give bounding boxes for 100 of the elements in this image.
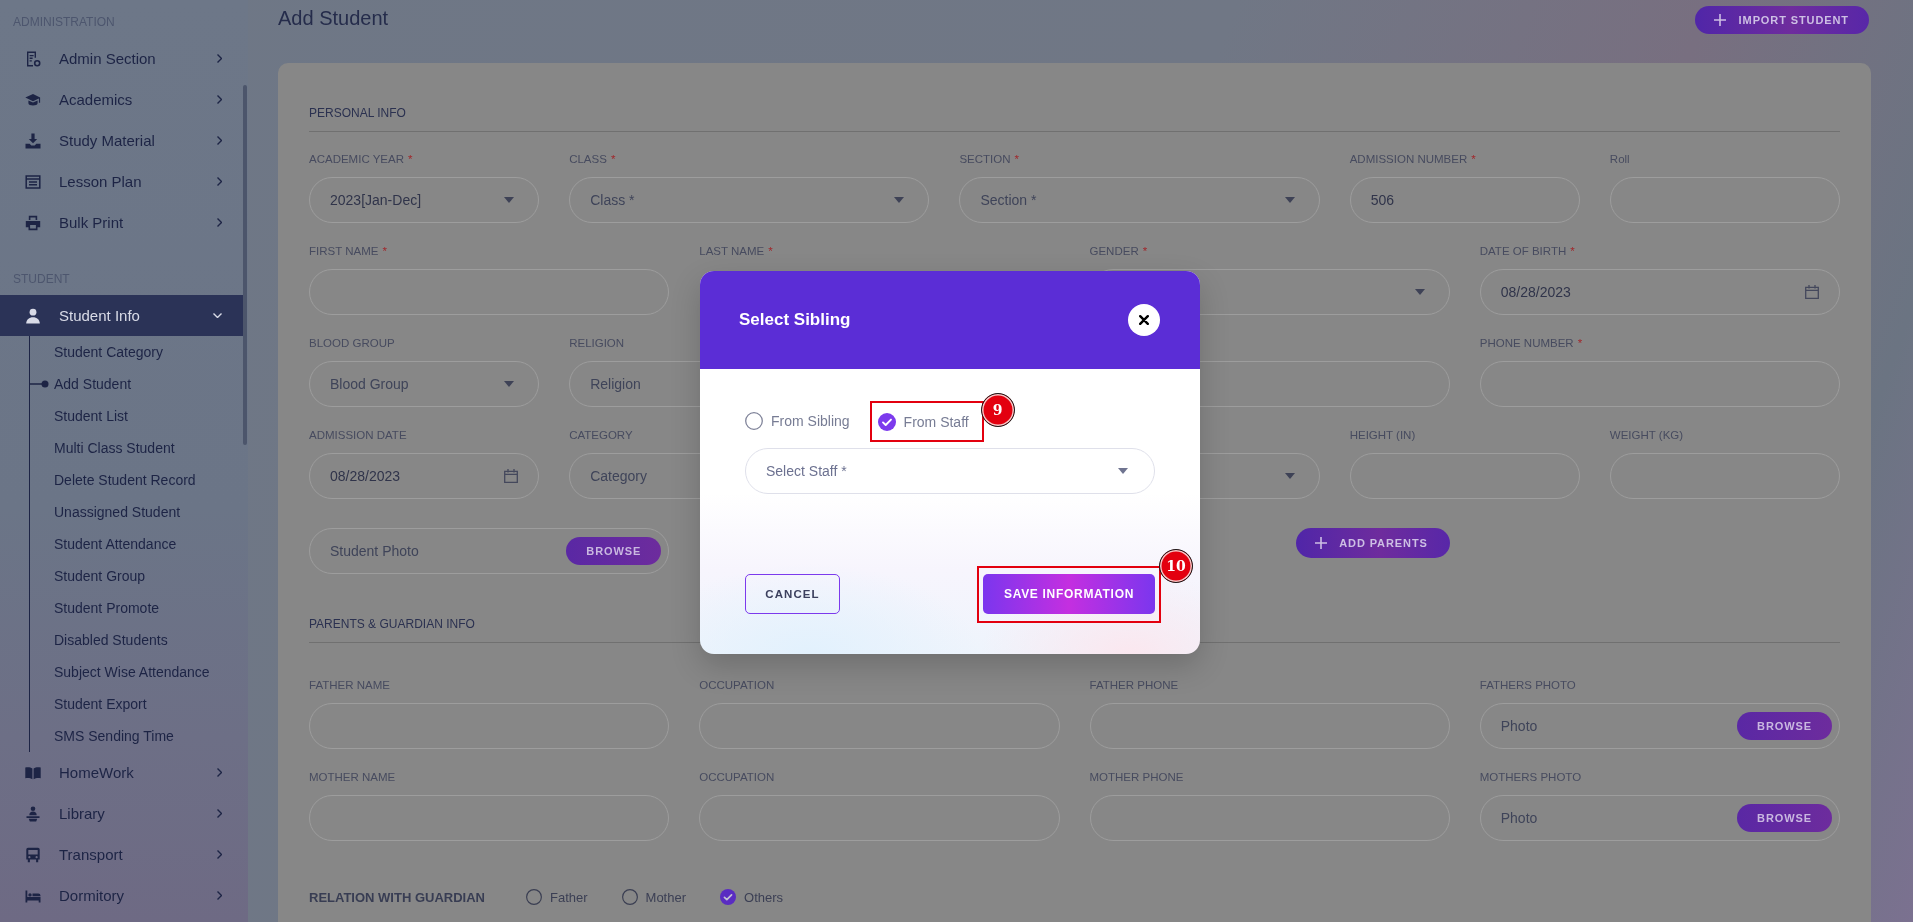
close-icon [1139, 315, 1149, 325]
callout-badge: 10 [1159, 548, 1193, 583]
field-label: ACADEMIC YEAR [309, 152, 404, 166]
graduation-cap-icon [25, 91, 41, 108]
field-label: DATE OF BIRTH [1479, 244, 1567, 258]
field-label: FIRST NAME [309, 244, 379, 258]
required-mark: * [408, 152, 413, 166]
caret-down-icon [504, 197, 515, 203]
close-button[interactable] [1128, 304, 1160, 336]
browse-button[interactable]: BROWSE [1737, 712, 1832, 740]
add-parents-button[interactable]: ADD PARENTS [1296, 528, 1450, 558]
cancel-button[interactable]: CANCEL [745, 574, 840, 614]
book-icon [25, 764, 41, 781]
caret-down-icon [1414, 289, 1425, 295]
field-label: FATHERS PHOTO [1479, 678, 1576, 692]
section-title: PARENTS & GUARDIAN INFO [309, 616, 475, 632]
sidebar-item[interactable]: Dormitory [0, 875, 243, 916]
field-label: MOTHER NAME [309, 770, 396, 784]
field-label: OCCUPATION [699, 678, 775, 692]
field-label: RELATION WITH GUARDIAN [309, 889, 485, 905]
field-label: ADMISSION NUMBER [1349, 152, 1468, 166]
download-icon [25, 132, 41, 149]
caret-down-icon [894, 197, 905, 203]
submenu-item[interactable]: Add Student [54, 376, 132, 392]
radio-icon[interactable] [525, 889, 542, 905]
field-label: RELIGION [569, 336, 625, 350]
sidebar-item[interactable]: Bulk Print [0, 202, 243, 243]
window-icon [25, 173, 41, 190]
field-label: SECTION [959, 152, 1011, 166]
caret-down-icon [1118, 468, 1128, 474]
sidebar-item[interactable]: Library [0, 793, 243, 834]
required-mark: * [768, 244, 773, 258]
field-label: GENDER [1089, 244, 1139, 258]
submenu-item[interactable]: Student List [54, 408, 128, 424]
radio-option[interactable]: Mother [621, 889, 686, 905]
select-field[interactable]: Select Staff * [745, 448, 1155, 494]
browse-button[interactable]: BROWSE [566, 537, 662, 565]
page-title: Add Student [278, 6, 389, 31]
required-mark: * [1014, 152, 1019, 166]
required-mark: * [1577, 336, 1583, 350]
user-icon [25, 307, 41, 324]
browse-button[interactable]: BROWSE [1737, 804, 1832, 832]
submenu-item[interactable]: Student Promote [54, 600, 160, 616]
field-label: FATHER PHONE [1089, 678, 1179, 692]
sidebar-item[interactable]: Student Info [0, 295, 243, 336]
save-button[interactable]: SAVE INFORMATION [983, 573, 1155, 614]
radio-option[interactable]: Others [720, 889, 784, 905]
required-mark: * [1570, 244, 1575, 258]
modal-title: Select Sibling [739, 310, 851, 330]
calendar-icon [1805, 285, 1819, 299]
submenu-item[interactable]: Subject Wise Attendance [54, 664, 210, 680]
field-label: MOTHER PHONE [1089, 770, 1184, 784]
required-mark: * [1142, 244, 1148, 258]
field-label: CLASS [569, 152, 607, 166]
person-desk-icon [25, 805, 41, 822]
field-label: MOTHERS PHOTO [1479, 770, 1582, 784]
field-label: LAST NAME [699, 244, 765, 258]
callout-badge: 9 [980, 392, 1015, 427]
section-title: PERSONAL INFO [309, 105, 406, 121]
sidebar-item[interactable]: Transport [0, 834, 243, 875]
printer-icon [25, 214, 41, 231]
submenu-item[interactable]: Student Export [54, 696, 147, 712]
sidebar-item[interactable]: Study Material [0, 120, 243, 161]
caret-down-icon [1284, 197, 1295, 203]
sidebar-item[interactable]: Lesson Plan [0, 161, 243, 202]
import-student-button[interactable]: IMPORT STUDENT [1694, 6, 1869, 34]
submenu-item[interactable]: Student Group [54, 568, 146, 584]
field-label: ADMISSION DATE [309, 428, 407, 442]
field-label: FATHER NAME [309, 678, 390, 692]
bus-icon [25, 846, 41, 863]
radio-option[interactable]: From Sibling [745, 412, 850, 430]
field-label: CATEGORY [569, 428, 633, 442]
plus-icon [1315, 537, 1328, 549]
field-label: BLOOD GROUP [309, 336, 395, 350]
submenu-item[interactable]: Disabled Students [54, 632, 168, 648]
field-label: PHONE NUMBER [1479, 336, 1574, 350]
submenu-item[interactable]: Student Attendance [54, 536, 177, 552]
caret-down-icon [1284, 473, 1295, 479]
radio-icon[interactable] [877, 412, 896, 431]
submenu-item[interactable]: Student Category [54, 344, 163, 360]
submenu-item[interactable]: Multi Class Student [54, 440, 175, 456]
caret-down-icon [504, 381, 515, 387]
calendar-icon [504, 469, 519, 483]
radio-icon[interactable] [621, 889, 638, 905]
field-label: WEIGHT (KG) [1609, 428, 1684, 442]
radio-icon[interactable] [745, 412, 763, 430]
radio-icon[interactable] [720, 889, 736, 905]
scrollbar-thumb[interactable] [243, 85, 247, 445]
submenu-item[interactable]: SMS Sending Time [54, 728, 174, 744]
document-icon [25, 50, 41, 67]
sidebar-item[interactable]: HomeWork [0, 752, 243, 793]
sidebar-item[interactable]: Admin Section [0, 38, 243, 79]
submenu-item[interactable]: Delete Student Record [54, 472, 196, 488]
submenu-item[interactable]: Unassigned Student [54, 504, 181, 520]
radio-option[interactable]: From Staff [877, 412, 969, 431]
sidebar-item[interactable]: Academics [0, 79, 243, 120]
radio-option[interactable]: Father [525, 889, 588, 905]
required-mark: * [382, 244, 387, 258]
field-label: OCCUPATION [699, 770, 775, 784]
plus-icon [1713, 14, 1726, 26]
